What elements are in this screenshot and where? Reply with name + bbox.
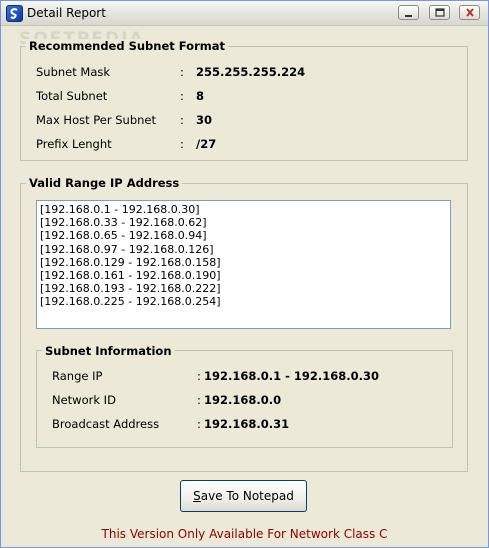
subnet-information-legend: Subnet Information [42, 344, 175, 358]
prefix-length-label: Prefix Lenght [36, 137, 112, 151]
save-to-notepad-button[interactable]: Save To Notepad [180, 480, 307, 512]
total-subnet-value: 8 [196, 89, 205, 103]
list-item[interactable]: [192.168.0.97 - 192.168.0.126] [40, 243, 447, 256]
close-icon [466, 8, 474, 17]
list-item[interactable]: [192.168.0.129 - 192.168.0.158] [40, 256, 447, 269]
range-ip-value: 192.168.0.1 - 192.168.0.30 [204, 369, 380, 383]
network-id-label: Network ID [52, 393, 116, 407]
window-title: Detail Report [27, 6, 106, 20]
colon: : [180, 113, 184, 127]
max-host-value: 30 [196, 113, 213, 127]
valid-range-listbox[interactable]: [192.168.0.1 - 192.168.0.30] [192.168.0.… [36, 200, 451, 329]
footer-notice: This Version Only Available For Network … [101, 527, 388, 541]
save-button-label: ave To Notepad [200, 489, 294, 503]
colon: : [180, 89, 184, 103]
colon: : [197, 393, 201, 407]
colon: : [180, 137, 184, 151]
list-item[interactable]: [192.168.0.225 - 192.168.0.254] [40, 295, 447, 308]
list-item[interactable]: [192.168.0.193 - 192.168.0.222] [40, 282, 447, 295]
colon: : [180, 65, 184, 79]
network-id-value: 192.168.0.0 [204, 393, 282, 407]
subnet-mask-label: Subnet Mask [36, 65, 111, 79]
colon: : [197, 369, 201, 383]
list-item[interactable]: [192.168.0.65 - 192.168.0.94] [40, 229, 447, 242]
range-ip-label: Range IP [52, 369, 103, 383]
close-button[interactable] [459, 5, 480, 20]
broadcast-address-label: Broadcast Address [52, 417, 160, 431]
maximize-button[interactable] [429, 5, 450, 20]
colon: : [197, 417, 201, 431]
prefix-length-value: /27 [196, 137, 217, 151]
detail-report-window: Detail Report SOFTPEDIA Recommended Subn… [0, 0, 489, 548]
valid-range-legend: Valid Range IP Address [26, 176, 183, 190]
recommended-subnet-legend: Recommended Subnet Format [26, 39, 228, 53]
total-subnet-label: Total Subnet [36, 89, 108, 103]
save-button-accelerator: S [193, 489, 201, 503]
list-item[interactable]: [192.168.0.161 - 192.168.0.190] [40, 269, 447, 282]
minimize-icon [405, 15, 412, 17]
subnet-mask-value: 255.255.255.224 [196, 65, 306, 79]
list-item[interactable]: [192.168.0.1 - 192.168.0.30] [40, 203, 447, 216]
minimize-button[interactable] [398, 5, 419, 20]
broadcast-address-value: 192.168.0.31 [204, 417, 290, 431]
maximize-icon [435, 8, 445, 17]
list-item[interactable]: [192.168.0.33 - 192.168.0.62] [40, 216, 447, 229]
title-bar[interactable]: Detail Report [1, 1, 488, 26]
app-icon [6, 5, 23, 22]
max-host-label: Max Host Per Subnet [36, 113, 157, 127]
